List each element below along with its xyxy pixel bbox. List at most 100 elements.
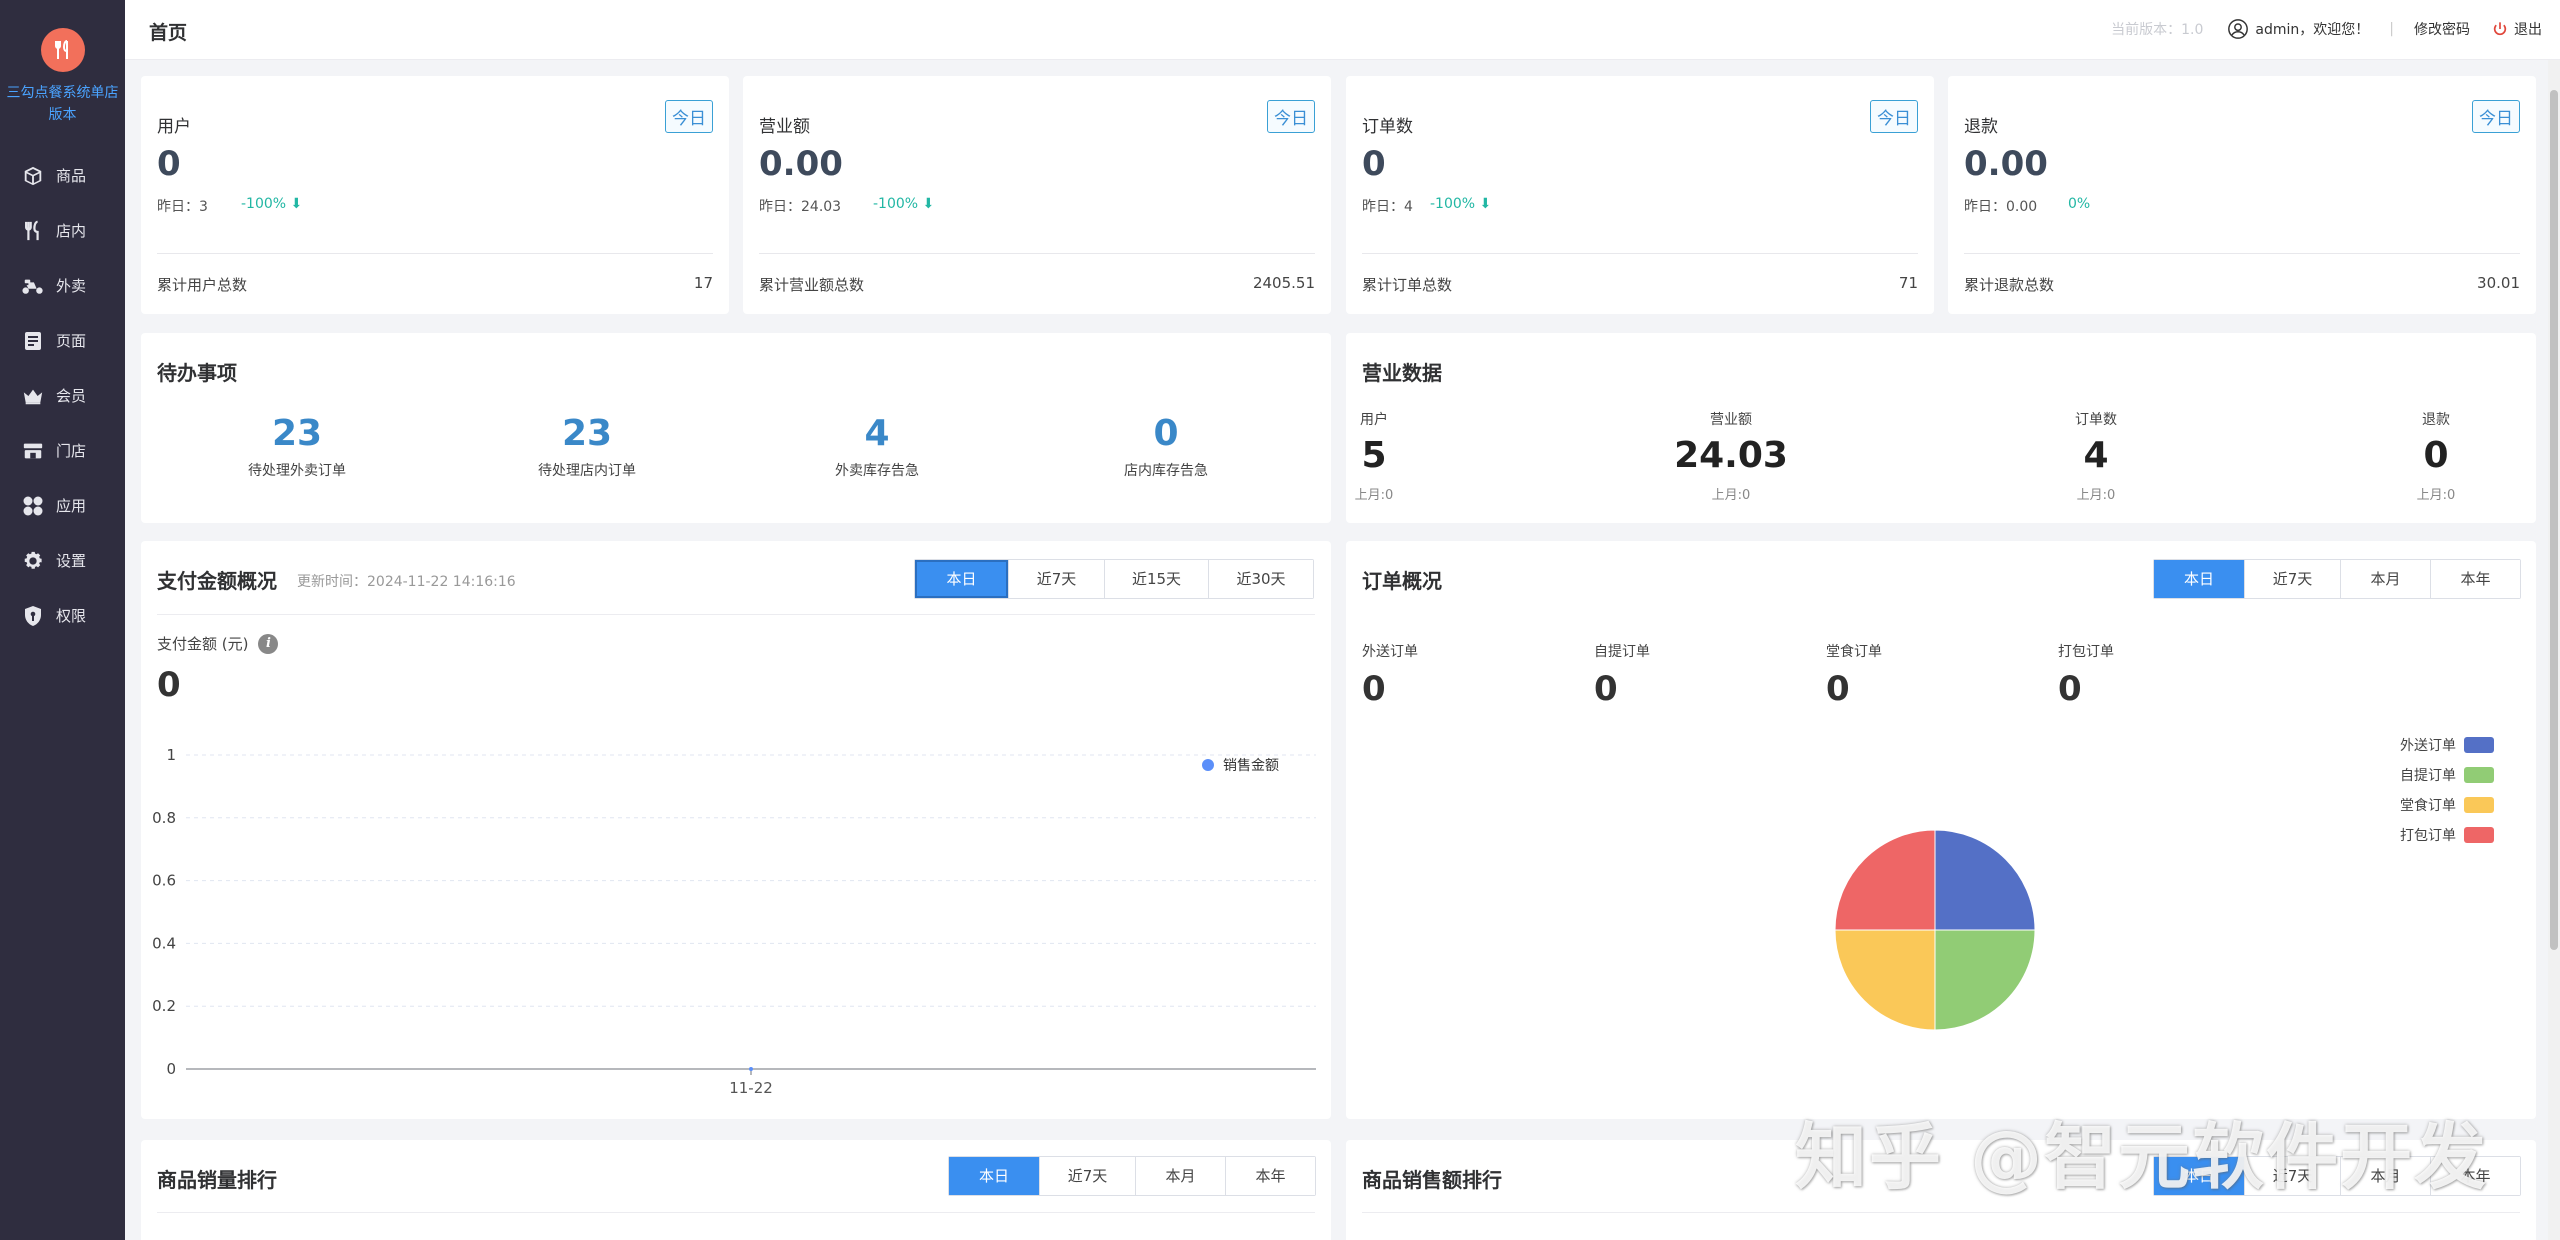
change-password-link[interactable]: 修改密码: [2414, 19, 2470, 39]
stat-period-badge[interactable]: 今日: [1870, 100, 1918, 133]
gear-icon: [20, 548, 46, 574]
sidebar-item-label: 应用: [56, 497, 87, 515]
todo-item[interactable]: 0 店内库存告急: [1021, 413, 1311, 480]
todo-label: 待处理外卖订单: [248, 463, 346, 479]
pie-legend-label: 自提订单: [2400, 768, 2456, 784]
pie-legend-item[interactable]: 堂食订单: [2400, 795, 2494, 815]
sidebar-item-goods[interactable]: 商品: [0, 148, 125, 203]
sidebar-item-dine-in[interactable]: 店内: [0, 203, 125, 258]
utensils-icon: [20, 218, 46, 244]
stat-card-refunds: 退款 今日 0.00 昨日：0.00 0% 累计退款总数 30.01: [1948, 76, 2536, 314]
sidebar-item-label: 会员: [56, 387, 87, 405]
sidebar-item-label: 设置: [56, 552, 87, 570]
legend-marker[interactable]: [1202, 759, 1214, 771]
apps-icon: [20, 493, 46, 519]
brand-logo[interactable]: [40, 28, 85, 72]
pie-legend-label: 打包订单: [2400, 828, 2456, 844]
stat-yesterday: 昨日：24.03: [759, 199, 842, 215]
pie-slice[interactable]: [1834, 929, 1936, 1031]
sidebar-item-label: 页面: [56, 332, 87, 350]
sidebar-item-pages[interactable]: 页面: [0, 313, 125, 368]
user-info[interactable]: admin，欢迎您！: [2227, 18, 2369, 40]
tab-today[interactable]: 本日: [949, 1157, 1039, 1195]
brand-name: 三勾点餐系统单店版本: [6, 85, 119, 123]
pie-legend-label: 外送订单: [2400, 738, 2456, 754]
sidebar-item-members[interactable]: 会员: [0, 368, 125, 423]
pie-legend-item[interactable]: 外送订单: [2400, 735, 2494, 755]
tab-this-month[interactable]: 本月: [1135, 1157, 1225, 1195]
stat-card-orders: 订单数 今日 0 昨日：4 -100% ⬇ 累计订单总数 71: [1346, 76, 1934, 314]
revenue-rank-title: 商品销售额排行: [1362, 1168, 1502, 1192]
store-icon: [20, 438, 46, 464]
todo-label: 外卖库存告急: [835, 463, 919, 479]
tab-this-year[interactable]: 本年: [2430, 560, 2520, 598]
stat-card-users: 用户 今日 0 昨日：3 -100% ⬇ 累计用户总数 17: [141, 76, 729, 314]
sales-rank-title: 商品销量排行: [157, 1168, 277, 1192]
order-type-dine-in: 堂食订单 0: [1826, 641, 2026, 709]
pie-slice[interactable]: [1934, 929, 2036, 1031]
page-icon: [20, 328, 46, 354]
x-tick-label: 11-22: [729, 1079, 773, 1097]
pie-legend-swatch: [2464, 827, 2494, 843]
pie-legend-item[interactable]: 打包订单: [2400, 825, 2494, 845]
sidebar-item-apps[interactable]: 应用: [0, 478, 125, 533]
tab-7-days[interactable]: 近7天: [1039, 1157, 1135, 1195]
business-label: 用户: [1360, 412, 1388, 428]
order-type-takeaway: 打包订单 0: [2058, 641, 2258, 709]
stat-total-label: 累计订单总数: [1362, 276, 1453, 294]
business-value: 24.03: [1674, 435, 1788, 476]
stat-yesterday: 昨日：0.00: [1964, 199, 2038, 215]
order-type-label: 打包订单: [2058, 644, 2114, 660]
stat-total-value: 30.01: [2477, 274, 2520, 292]
business-label: 营业额: [1710, 412, 1752, 428]
user-icon: [2228, 19, 2249, 39]
stat-value: 0: [1362, 144, 1386, 184]
pie-legend-item[interactable]: 自提订单: [2400, 765, 2494, 785]
todo-item[interactable]: 23 待处理外卖订单: [152, 413, 442, 480]
stat-period-badge[interactable]: 今日: [665, 100, 713, 133]
page-title: 首页: [149, 22, 188, 44]
orders-period-tabs: 本日 近7天 本月 本年: [2153, 559, 2521, 599]
stat-total-label: 累计用户总数: [157, 276, 248, 294]
stat-period-badge[interactable]: 今日: [2472, 100, 2520, 133]
tab-this-year[interactable]: 本年: [1225, 1157, 1315, 1195]
todo-label: 店内库存告急: [1124, 463, 1208, 479]
pie-legend-label: 堂食订单: [2400, 798, 2456, 814]
sidebar-item-settings[interactable]: 设置: [0, 533, 125, 588]
business-item: 用户 5 上月:0: [1284, 409, 1464, 503]
todo-item[interactable]: 4 外卖库存告急: [732, 413, 1022, 480]
power-icon: [2493, 22, 2507, 36]
stat-label: 用户: [157, 117, 191, 137]
data-point[interactable]: [749, 1067, 753, 1071]
stat-yesterday: 昨日：4: [1362, 199, 1413, 215]
top-bar: 首页 当前版本：1.0 admin，欢迎您！ | 修改密码 退出: [125, 0, 2560, 60]
sidebar-item-takeout[interactable]: 外卖: [0, 258, 125, 313]
stat-period-badge[interactable]: 今日: [1267, 100, 1315, 133]
scrollbar-thumb[interactable]: [2550, 90, 2558, 950]
sidebar-item-stores[interactable]: 门店: [0, 423, 125, 478]
page-scrollbar[interactable]: [2548, 60, 2560, 1240]
stat-label: 退款: [1964, 117, 1998, 137]
business-last-month: 上月:0: [2076, 488, 2116, 503]
logout-button[interactable]: 退出: [2492, 19, 2542, 39]
stat-change: -100% ⬇: [241, 196, 303, 212]
orders-card: 订单概况 本日 近7天 本月 本年 外送订单 0 自提订单 0 堂食订单 0 打…: [1346, 541, 2536, 1119]
tab-7-days[interactable]: 近7天: [2244, 560, 2340, 598]
sidebar-item-label: 店内: [56, 222, 87, 240]
orders-pie-chart: [1834, 829, 2036, 1031]
order-type-value: 0: [1826, 669, 1850, 709]
y-tick-label: 0.4: [152, 934, 176, 952]
todo-item[interactable]: 23 待处理店内订单: [442, 413, 732, 480]
order-type-value: 0: [2058, 669, 2082, 709]
stat-total-label: 累计退款总数: [1964, 276, 2055, 294]
tab-this-month[interactable]: 本月: [2340, 560, 2430, 598]
tab-today[interactable]: 本日: [2154, 560, 2244, 598]
business-item: 营业额 24.03 上月:0: [1641, 409, 1821, 503]
version-text: 当前版本：1.0: [2111, 22, 2204, 38]
pie-slice[interactable]: [1834, 829, 1936, 931]
todo-count: 0: [1153, 413, 1179, 454]
business-label: 订单数: [2075, 412, 2117, 428]
sidebar-item-permissions[interactable]: 权限: [0, 588, 125, 643]
business-last-month: 上月:0: [1711, 488, 1751, 503]
pie-slice[interactable]: [1934, 829, 2036, 931]
